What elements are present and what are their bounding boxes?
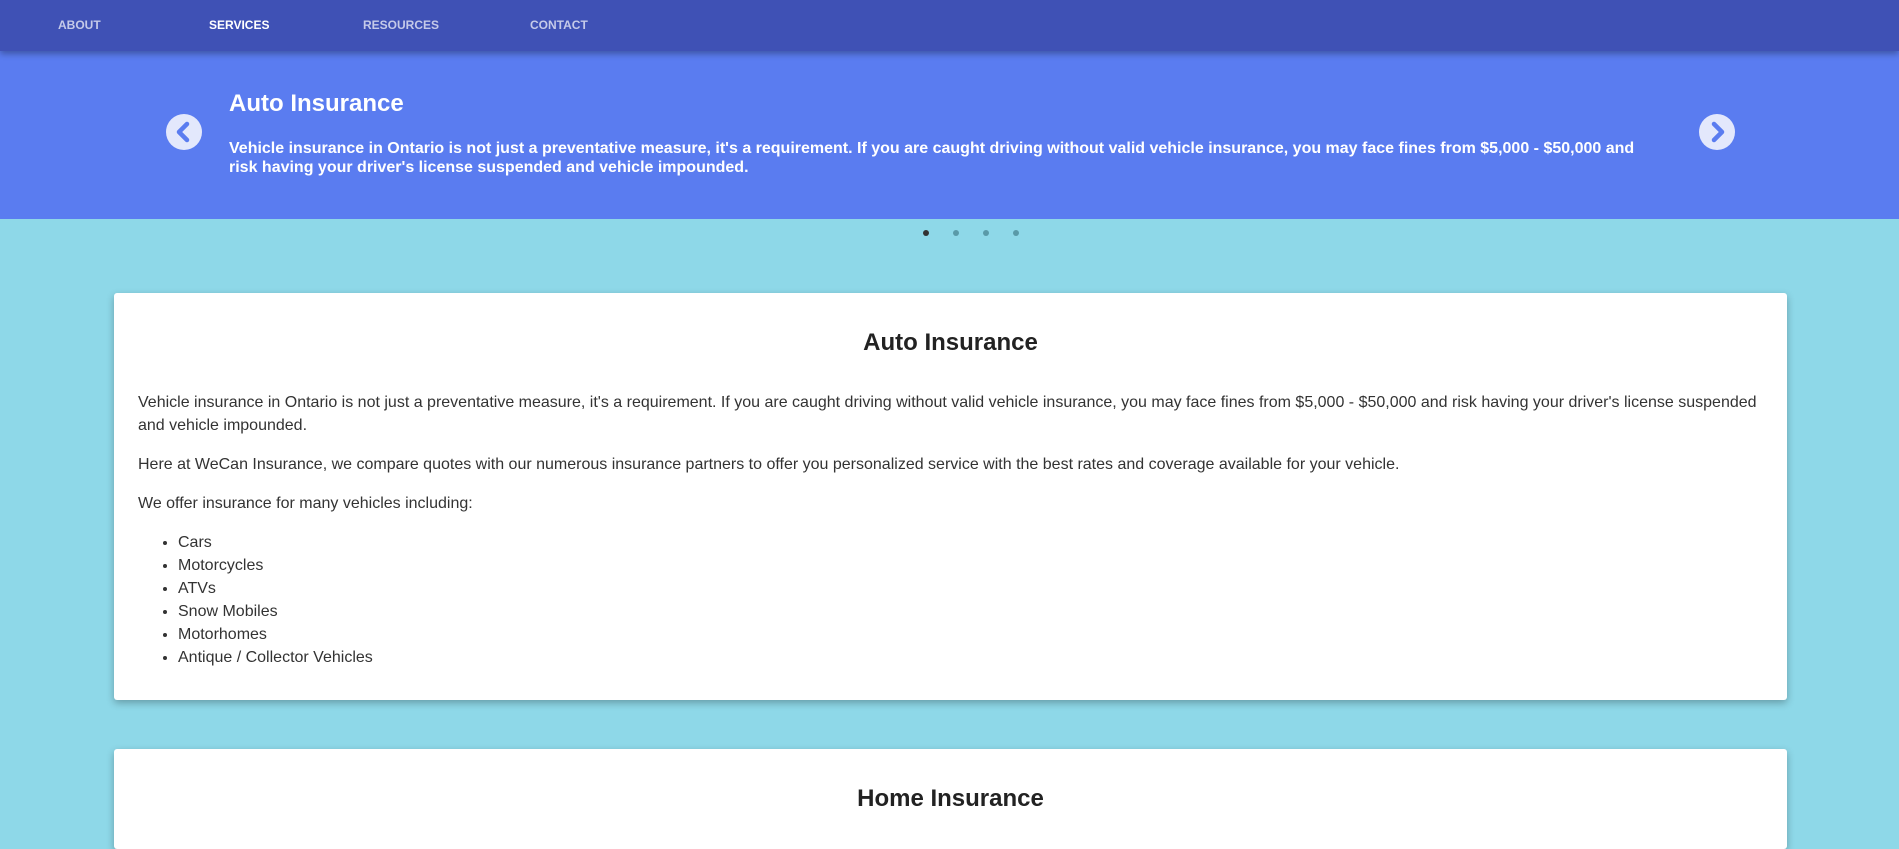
nav-link-contact[interactable]: CONTACT bbox=[530, 0, 588, 51]
slide-description: Vehicle insurance in Ontario is not just… bbox=[229, 140, 1635, 176]
list-item: Snow Mobiles bbox=[178, 600, 1768, 623]
nav-link-about[interactable]: ABOUT bbox=[58, 0, 101, 51]
carousel-next-button[interactable] bbox=[1699, 114, 1735, 150]
next-card-title: Home Insurance bbox=[857, 785, 1044, 812]
card-paragraph: We offer insurance for many vehicles inc… bbox=[138, 495, 473, 512]
slide-title: Auto Insurance bbox=[229, 90, 404, 117]
chevron-left-icon bbox=[176, 121, 190, 143]
vehicle-list: Cars Motorcycles ATVs Snow Mobiles Motor… bbox=[138, 531, 1768, 669]
card-title: Auto Insurance bbox=[863, 329, 1038, 356]
services-carousel: Auto Insurance Vehicle insurance in Onta… bbox=[0, 51, 1899, 219]
card-body: Vehicle insurance in Ontario is not just… bbox=[138, 391, 1768, 669]
next-service-card: Home Insurance bbox=[114, 749, 1787, 849]
list-item: Motorhomes bbox=[178, 623, 1768, 646]
card-paragraph: Here at WeCan Insurance, we compare quot… bbox=[138, 456, 1400, 473]
top-navbar: ABOUT SERVICES RESOURCES CONTACT bbox=[0, 0, 1899, 51]
list-item: Motorcycles bbox=[178, 554, 1768, 577]
nav-link-services[interactable]: SERVICES bbox=[209, 0, 269, 51]
carousel-dot-1[interactable] bbox=[923, 230, 929, 236]
chevron-right-icon bbox=[1711, 121, 1725, 143]
list-item: ATVs bbox=[178, 577, 1768, 600]
auto-insurance-card: Auto Insurance Vehicle insurance in Onta… bbox=[114, 293, 1787, 700]
carousel-prev-button[interactable] bbox=[166, 114, 202, 150]
carousel-indicators bbox=[0, 227, 1899, 241]
carousel-dot-4[interactable] bbox=[1013, 230, 1019, 236]
list-item: Antique / Collector Vehicles bbox=[178, 646, 1768, 669]
nav-link-resources[interactable]: RESOURCES bbox=[363, 0, 439, 51]
carousel-dot-3[interactable] bbox=[983, 230, 989, 236]
list-item: Cars bbox=[178, 531, 1768, 554]
card-paragraph: Vehicle insurance in Ontario is not just… bbox=[138, 394, 1757, 434]
carousel-dot-2[interactable] bbox=[953, 230, 959, 236]
